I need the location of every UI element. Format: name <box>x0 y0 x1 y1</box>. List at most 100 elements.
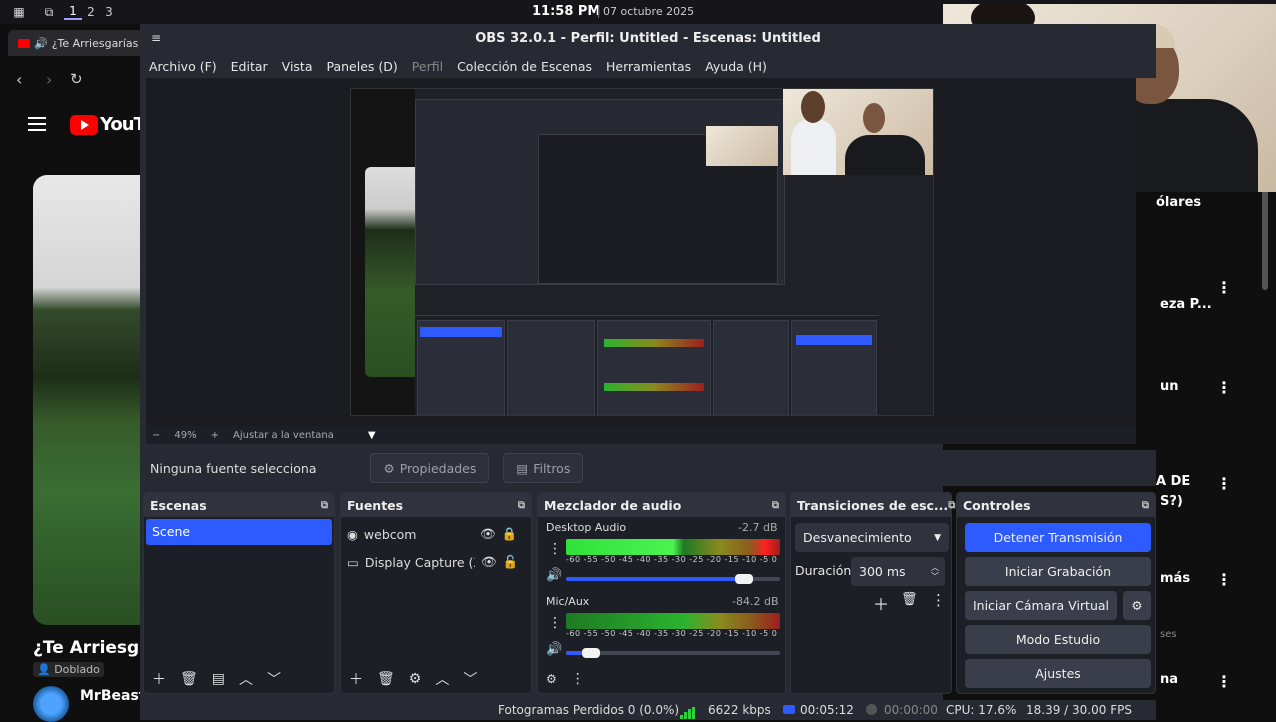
mixer-settings-icon[interactable]: ⚙ <box>546 672 557 686</box>
obs-status-bar: Fotogramas Perdidos 0 (0.0%) 6622 kbps 0… <box>140 700 1156 720</box>
spin-arrows-icon[interactable]: ︿ ﹀ <box>931 563 939 581</box>
undock-icon[interactable]: ⧉ <box>321 500 328 511</box>
workspace-3[interactable]: 3 <box>100 5 118 19</box>
menu-herramientas[interactable]: Herramientas <box>606 59 691 74</box>
nested-docks <box>415 315 879 415</box>
rec-title[interactable]: ólares <box>1156 195 1201 210</box>
rec-title[interactable]: A DE <box>1156 474 1190 489</box>
properties-button[interactable]: ⚙ Propiedades <box>370 453 490 483</box>
channel-db: -84.2 dB <box>732 595 779 608</box>
menu-vista[interactable]: Vista <box>282 59 313 74</box>
speaker-icon[interactable]: 🔊 <box>546 568 562 583</box>
transition-select-value: Desvanecimiento <box>803 530 912 545</box>
clock-time[interactable]: 11:58 PM <box>532 4 600 19</box>
channel-avatar[interactable] <box>33 686 69 722</box>
rec-title[interactable]: más <box>1160 571 1190 586</box>
scene-item[interactable]: Scene <box>146 519 332 545</box>
start-recording-button[interactable]: Iniciar Grabación <box>965 557 1151 586</box>
source-item-display-capture[interactable]: ▭ Display Capture (X 👁 🔓 <box>347 548 525 576</box>
channel-menu-icon[interactable]: ⋮ <box>548 615 562 631</box>
filters-button[interactable]: ▤ Filtros <box>503 453 584 483</box>
video-title[interactable]: ¿Te Arriesga <box>33 638 151 658</box>
window-menu-icon[interactable]: ≡ <box>151 31 161 45</box>
add-icon[interactable]: ＋ <box>349 669 363 689</box>
rec-meta: ses <box>1160 629 1177 640</box>
rec-title[interactable]: S?) <box>1160 494 1183 509</box>
undock-icon[interactable]: ⧉ <box>772 500 779 511</box>
more-options-icon[interactable]: ⋮ <box>1216 570 1232 589</box>
more-options-icon[interactable]: ⋮ <box>1216 474 1232 493</box>
more-options-icon[interactable]: ⋮ <box>931 591 946 609</box>
more-options-icon[interactable]: ⋮ <box>1216 672 1232 691</box>
virtual-camera-settings-button[interactable]: ⚙ <box>1123 591 1151 620</box>
menu-coleccion[interactable]: Colección de Escenas <box>457 59 592 74</box>
studio-mode-button[interactable]: Modo Estudio <box>965 625 1151 654</box>
menu-archivo[interactable]: Archivo (F) <box>149 59 217 74</box>
rec-title[interactable]: un <box>1160 379 1179 394</box>
video-thumbnail[interactable] <box>33 175 143 625</box>
volume-knob[interactable] <box>734 574 753 584</box>
fit-window-button[interactable]: Ajustar a la ventana <box>233 430 334 441</box>
trash-icon[interactable]: 🗑 <box>180 671 198 687</box>
source-name: Display Capture (X <box>364 554 475 570</box>
undock-icon[interactable]: ⧉ <box>1142 500 1149 511</box>
browser-tab-title: ¿Te Arriesgarías <box>51 36 139 50</box>
channel-name[interactable]: MrBeast <box>80 688 145 704</box>
back-icon[interactable]: ‹ <box>16 70 22 89</box>
more-options-icon[interactable]: ⋮ <box>571 671 585 687</box>
chevron-down-icon[interactable]: ▼ <box>368 430 376 441</box>
volume-knob[interactable] <box>581 648 600 658</box>
menu-ayuda[interactable]: Ayuda (H) <box>705 59 767 74</box>
rec-title[interactable]: na <box>1160 672 1178 687</box>
stop-stream-button[interactable]: Detener Transmisión <box>965 523 1151 552</box>
undock-icon[interactable]: ⧉ <box>948 500 955 511</box>
zoom-in-button[interactable]: + <box>211 430 219 441</box>
channel-name: Mic/Aux <box>546 595 590 608</box>
youtube-logo-icon[interactable] <box>70 115 98 135</box>
reload-icon[interactable]: ↻ <box>70 70 83 88</box>
workspace-2[interactable]: 2 <box>82 5 100 19</box>
window-overview-icon[interactable]: ⧉ <box>40 5 58 20</box>
undock-icon[interactable]: ⧉ <box>518 500 525 511</box>
eye-icon[interactable]: 👁 <box>481 554 497 570</box>
speaker-icon[interactable]: 🔊 <box>546 642 562 657</box>
rec-title[interactable]: eza P... <box>1160 297 1212 312</box>
meter-ticks: -60 -55 -50 -45 -40 -35 -30 -25 -20 -15 … <box>566 555 778 564</box>
nested-sources <box>507 320 595 415</box>
menu-perfil[interactable]: Perfil <box>412 59 443 74</box>
chevron-up-icon[interactable]: ︿ <box>435 669 449 689</box>
menu-paneles[interactable]: Paneles (D) <box>327 59 398 74</box>
apps-grid-icon[interactable]: ▦ <box>10 5 28 19</box>
gear-icon[interactable]: ⚙ <box>409 671 422 687</box>
trash-icon[interactable]: 🗑 <box>901 592 918 607</box>
add-icon[interactable]: ＋ <box>873 591 889 615</box>
zoom-out-button[interactable]: − <box>152 430 160 441</box>
lock-icon[interactable]: 🔒 <box>502 526 518 542</box>
chevron-up-icon[interactable]: ︿ <box>239 669 253 689</box>
more-options-icon[interactable]: ⋮ <box>1216 278 1232 297</box>
unlock-icon[interactable]: 🔓 <box>503 554 519 570</box>
trash-icon[interactable]: 🗑 <box>377 671 395 687</box>
chevron-down-icon[interactable]: ﹀ <box>267 669 281 689</box>
workspace-1[interactable]: 1 <box>64 4 82 20</box>
menu-editar[interactable]: Editar <box>231 59 268 74</box>
hamburger-menu-icon[interactable] <box>28 117 46 131</box>
forward-icon[interactable]: › <box>46 70 52 89</box>
browser-tab[interactable]: 🔊 ¿Te Arriesgarías <box>8 30 143 56</box>
transition-select[interactable]: Desvanecimiento ▼ <box>795 523 949 552</box>
duration-spinbox[interactable]: 300 ms ︿ ﹀ <box>851 557 945 586</box>
cpu-usage: CPU: 17.6% <box>946 703 1017 717</box>
chevron-down-icon[interactable]: ﹀ <box>463 669 477 689</box>
settings-button[interactable]: Ajustes <box>965 659 1151 688</box>
channel-menu-icon[interactable]: ⋮ <box>548 541 562 557</box>
add-icon[interactable]: ＋ <box>152 669 166 689</box>
start-virtual-camera-button[interactable]: Iniciar Cámara Virtual <box>965 591 1117 620</box>
source-item-webcam[interactable]: ◉ webcom 👁 🔒 <box>347 520 525 548</box>
filter-icon[interactable]: ▤ <box>212 671 225 687</box>
youtube-favicon-icon <box>18 38 30 48</box>
level-meter <box>566 613 780 629</box>
more-options-icon[interactable]: ⋮ <box>1216 378 1232 397</box>
scrollbar[interactable] <box>1262 190 1268 290</box>
eye-icon[interactable]: 👁 <box>480 526 496 542</box>
mixer-title: Mezclador de audio <box>544 497 682 513</box>
